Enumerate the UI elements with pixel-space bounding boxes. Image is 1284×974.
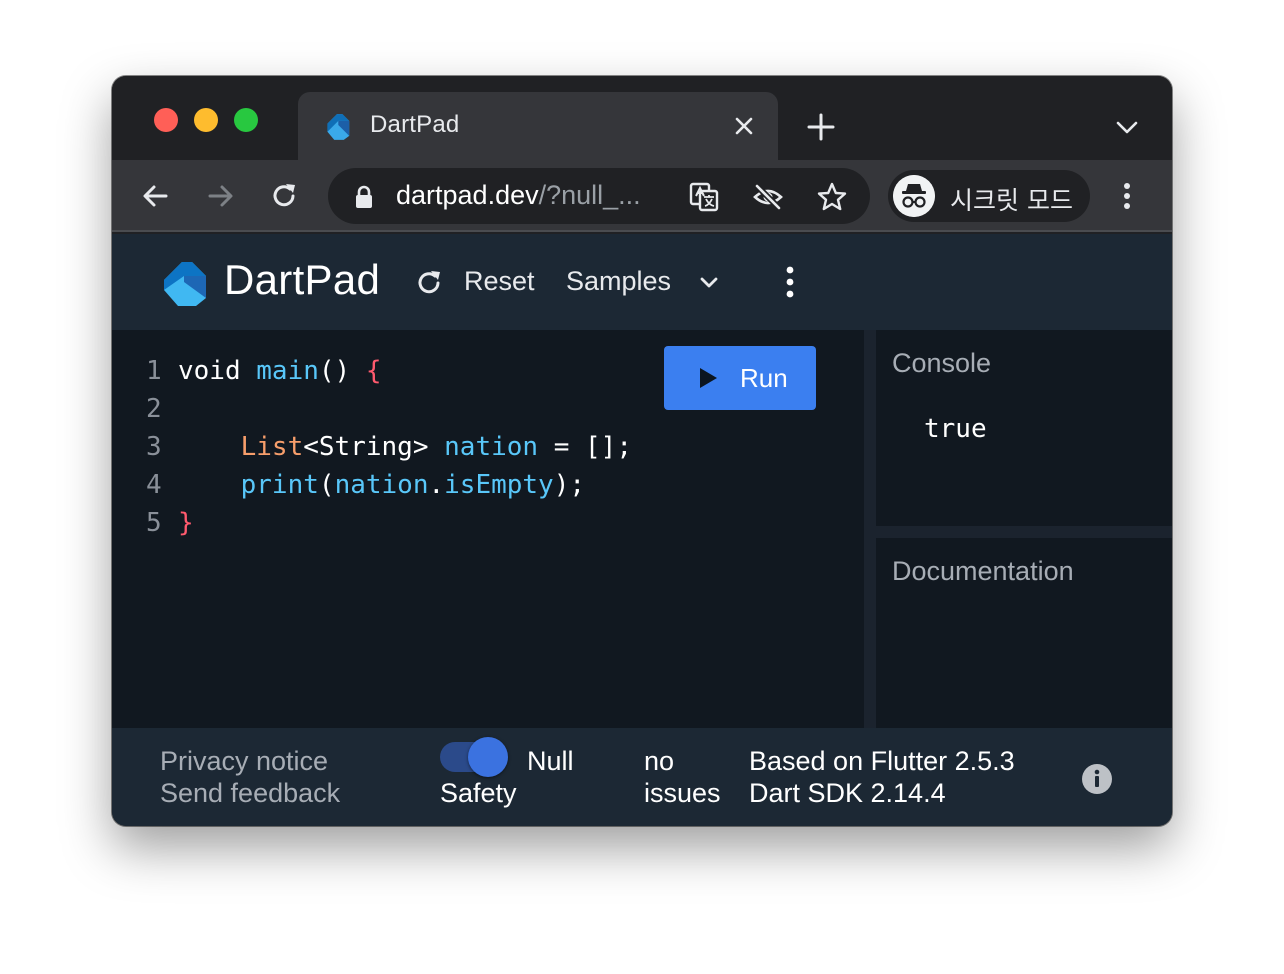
play-icon: [700, 368, 717, 388]
tab-title: DartPad: [370, 111, 460, 138]
code-text[interactable]: print(nation.isEmpty);: [178, 470, 585, 500]
close-icon[interactable]: [732, 114, 756, 138]
translate-icon[interactable]: [688, 181, 720, 213]
code-text[interactable]: List<String> nation = [];: [178, 432, 632, 462]
line-number: 3: [146, 432, 162, 462]
address-bar[interactable]: dartpad.dev/?null_...: [328, 168, 870, 224]
code-text[interactable]: }: [178, 508, 194, 538]
chevron-down-icon[interactable]: [1114, 116, 1140, 138]
code-token: (): [318, 356, 366, 386]
code-line[interactable]: 4 print(nation.isEmpty);: [112, 470, 652, 508]
flutter-version: Based on Flutter 2.5.3: [749, 746, 1015, 776]
url-text[interactable]: dartpad.dev/?null_...: [396, 180, 641, 211]
reset-button[interactable]: Reset: [464, 266, 535, 297]
status-footer: Privacy notice Send feedback Null Safety…: [112, 728, 1172, 826]
send-feedback-link[interactable]: Send feedback: [160, 778, 340, 809]
run-label: Run: [740, 363, 788, 393]
code-token: {: [365, 356, 382, 386]
null-safety-label: Null: [527, 746, 574, 776]
tracking-blocked-eye-icon[interactable]: [752, 181, 784, 213]
chevron-down-icon[interactable]: [698, 272, 720, 294]
code-line[interactable]: 1 void main() {: [112, 356, 652, 394]
more-options-icon[interactable]: [780, 264, 800, 300]
incognito-icon: [893, 175, 935, 217]
privacy-notice-link[interactable]: Privacy notice: [160, 746, 328, 777]
code-editor[interactable]: 1 void main() {2 3 List<String> nation = […: [112, 330, 864, 728]
line-number: 5: [146, 508, 162, 538]
dart-logo-icon: [327, 114, 350, 140]
run-button[interactable]: Run: [664, 346, 816, 410]
code-line[interactable]: 5}: [112, 508, 652, 546]
code-token: print: [240, 470, 319, 500]
url-path: /?null_...: [538, 180, 641, 210]
lock-icon[interactable]: [354, 185, 374, 209]
tab-strip: DartPad: [112, 76, 1172, 160]
console-output: true: [924, 414, 987, 444]
code-line[interactable]: 3 List<String> nation = [];: [112, 432, 652, 470]
null-safety-label-2: Safety: [440, 778, 517, 808]
line-number: 2: [146, 394, 162, 424]
incognito-indicator[interactable]: 시크릿 모드: [888, 170, 1090, 222]
back-arrow-icon[interactable]: [140, 180, 172, 212]
console-title: Console: [892, 348, 992, 378]
code-token: }: [178, 508, 194, 538]
tab-dartpad[interactable]: DartPad: [298, 92, 778, 160]
app-title: DartPad: [224, 256, 381, 303]
incognito-label: 시크릿 모드: [950, 186, 1073, 215]
code-token: isEmpty: [444, 470, 554, 500]
code-token: <String>: [303, 432, 445, 462]
line-number: 1: [146, 356, 162, 386]
url-host: dartpad.dev: [396, 180, 539, 210]
info-icon[interactable]: [1082, 764, 1112, 794]
issues-label[interactable]: no: [644, 746, 674, 777]
forward-arrow-icon[interactable]: [204, 180, 236, 212]
minimize-window-button[interactable]: [194, 108, 218, 132]
plus-icon[interactable]: [806, 112, 836, 142]
code-token: main: [256, 356, 319, 386]
code-token: List: [240, 432, 304, 462]
pane-splitter[interactable]: [864, 330, 876, 728]
reload-icon[interactable]: [268, 180, 300, 212]
console-pane: Console true: [876, 330, 1172, 526]
close-window-button[interactable]: [154, 108, 178, 132]
code-token: .: [428, 470, 445, 500]
bookmark-star-icon[interactable]: [816, 181, 848, 213]
dartpad-header: DartPad Reset Samples: [112, 234, 1172, 330]
code-token: nation: [334, 470, 429, 500]
documentation-title: Documentation: [892, 556, 1074, 586]
kebab-menu-icon[interactable]: [1116, 180, 1138, 212]
documentation-pane: Documentation: [876, 538, 1172, 728]
code-token: (: [318, 470, 335, 500]
dart-logo-icon: [164, 262, 206, 306]
null-safety-toggle-knob[interactable]: [468, 737, 508, 777]
browser-toolbar: dartpad.dev/?null_... 시크릿 모드: [112, 160, 1172, 232]
code-token: = [];: [538, 432, 632, 462]
reset-icon[interactable]: [414, 268, 444, 298]
code-text[interactable]: void main() {: [178, 356, 382, 386]
zoom-window-button[interactable]: [234, 108, 258, 132]
dart-sdk-version: Dart SDK 2.14.4: [749, 778, 946, 808]
code-token: nation: [444, 432, 539, 462]
samples-button[interactable]: Samples: [566, 266, 671, 297]
code-line[interactable]: 2: [112, 394, 652, 432]
code-token: void: [178, 356, 257, 386]
issues-label-2[interactable]: issues: [644, 778, 721, 809]
line-number: 4: [146, 470, 162, 500]
code-token: );: [553, 470, 586, 500]
browser-window: DartPad dartpad.dev/?null_... 시크릿 모드 Dar…: [112, 76, 1172, 826]
